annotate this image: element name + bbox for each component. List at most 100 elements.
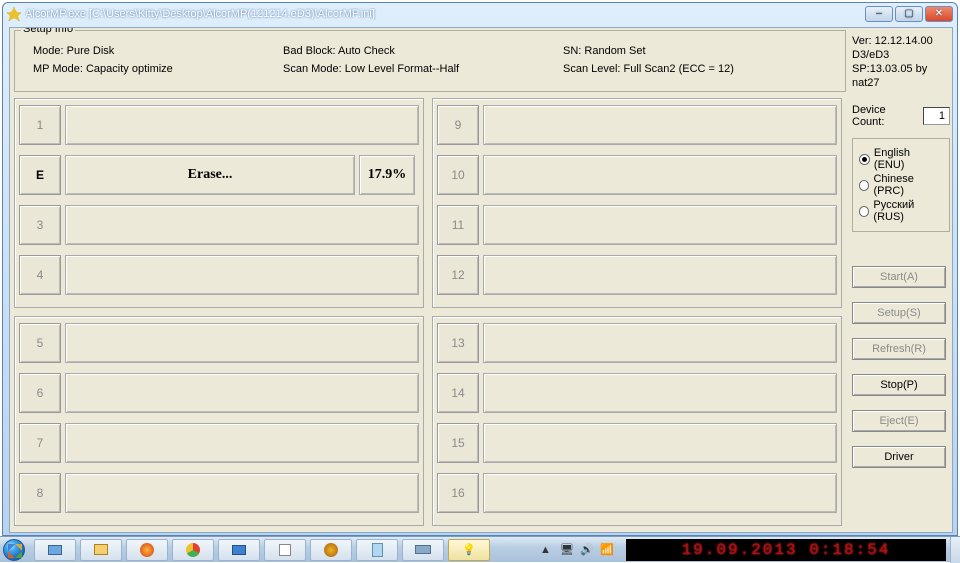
taskbar-chrome[interactable] bbox=[172, 539, 214, 561]
windows-logo-icon bbox=[3, 539, 25, 561]
taskbar-item[interactable] bbox=[356, 539, 398, 561]
slot-status-13 bbox=[483, 323, 837, 363]
app-icon bbox=[7, 7, 21, 21]
slot-6: 6 bbox=[19, 373, 419, 413]
slot-button-1[interactable]: 1 bbox=[19, 105, 61, 145]
slot-button-4[interactable]: 4 bbox=[19, 255, 61, 295]
slot-button-9[interactable]: 9 bbox=[437, 105, 479, 145]
slot-status-16 bbox=[483, 473, 837, 513]
stop-button[interactable]: Stop(P) bbox=[852, 374, 946, 396]
slot-status-12 bbox=[483, 255, 837, 295]
version-block: Ver: 12.12.14.00 D3/eD3 SP:13.03.05 by n… bbox=[852, 34, 950, 90]
taskbar-alcormp[interactable]: 💡 bbox=[448, 539, 490, 561]
driver-button[interactable]: Driver bbox=[852, 446, 946, 468]
device-count-row: Device Count: 1 bbox=[852, 104, 950, 128]
slot-button-11[interactable]: 11 bbox=[437, 205, 479, 245]
lang-chinese-label: Chinese (PRC) bbox=[873, 173, 943, 197]
slot-10: 10 bbox=[437, 155, 837, 195]
lang-english-label: English (ENU) bbox=[874, 147, 943, 171]
start-button[interactable]: Start(A) bbox=[852, 266, 946, 288]
radio-icon bbox=[859, 180, 869, 191]
slot-4: 4 bbox=[19, 255, 419, 295]
slot-8: 8 bbox=[19, 473, 419, 513]
slot-button-5[interactable]: 5 bbox=[19, 323, 61, 363]
slot-panel-2: 5 6 7 8 bbox=[14, 316, 424, 526]
device-count-label: Device Count: bbox=[852, 104, 919, 128]
scan-mode-label: Scan Mode: Low Level Format--Half bbox=[283, 63, 563, 75]
slot-15: 15 bbox=[437, 423, 837, 463]
slot-status-7 bbox=[65, 423, 419, 463]
titlebar[interactable]: AlcorMP.exe [C:\Users\Kitty\Desktop\Alco… bbox=[3, 3, 957, 25]
taskbar-explorer[interactable] bbox=[80, 539, 122, 561]
start-button[interactable] bbox=[0, 537, 28, 563]
version-line3: SP:13.03.05 by nat27 bbox=[852, 62, 950, 90]
lang-english[interactable]: English (ENU) bbox=[859, 147, 943, 171]
chrome-icon bbox=[186, 543, 200, 557]
taskbar-item[interactable] bbox=[218, 539, 260, 561]
mp-mode-label: MP Mode: Capacity optimize bbox=[33, 63, 283, 75]
note-icon bbox=[372, 543, 383, 557]
slot-button-7[interactable]: 7 bbox=[19, 423, 61, 463]
slot-2: E Erase... 17.9% bbox=[19, 155, 419, 195]
taskbar-firefox[interactable] bbox=[126, 539, 168, 561]
slot-status-11 bbox=[483, 205, 837, 245]
slot-12: 12 bbox=[437, 255, 837, 295]
taskbar-keyboard[interactable] bbox=[402, 539, 444, 561]
slot-button-8[interactable]: 8 bbox=[19, 473, 61, 513]
minimize-button[interactable]: — bbox=[865, 6, 893, 22]
taskbar: 💡 ▲ 🖥 🔊 📶 19.09.2013 0:18:54 bbox=[0, 536, 960, 562]
setup-info-group: Setup Info Mode: Pure Disk Bad Block: Au… bbox=[14, 30, 846, 92]
slot-panel-1: 1 E Erase... 17.9% 3 4 bbox=[14, 98, 424, 308]
slot-button-2[interactable]: E bbox=[19, 155, 61, 195]
taskbar-item[interactable] bbox=[34, 539, 76, 561]
slot-button-15[interactable]: 15 bbox=[437, 423, 479, 463]
slot-1: 1 bbox=[19, 105, 419, 145]
tray-volume-icon[interactable]: 🔊 bbox=[580, 543, 594, 557]
slot-status-3 bbox=[65, 205, 419, 245]
lang-russian-label: Русский (RUS) bbox=[873, 199, 943, 223]
slot-button-13[interactable]: 13 bbox=[437, 323, 479, 363]
slot-7: 7 bbox=[19, 423, 419, 463]
firefox-icon bbox=[140, 543, 154, 557]
slot-5: 5 bbox=[19, 323, 419, 363]
setup-button[interactable]: Setup(S) bbox=[852, 302, 946, 324]
setup-info-legend: Setup Info bbox=[21, 27, 75, 35]
window-title: AlcorMP.exe [C:\Users\Kitty\Desktop\Alco… bbox=[25, 8, 865, 20]
slot-button-10[interactable]: 10 bbox=[437, 155, 479, 195]
refresh-button[interactable]: Refresh(R) bbox=[852, 338, 946, 360]
slot-button-14[interactable]: 14 bbox=[437, 373, 479, 413]
taskbar-item[interactable] bbox=[310, 539, 352, 561]
client-area: Setup Info Mode: Pure Disk Bad Block: Au… bbox=[9, 27, 953, 533]
tray-network-icon[interactable]: 📶 bbox=[600, 543, 614, 557]
bulb-icon: 💡 bbox=[461, 542, 477, 558]
slot-button-6[interactable]: 6 bbox=[19, 373, 61, 413]
taskbar-pinned: 💡 bbox=[34, 539, 490, 561]
app-icon bbox=[48, 545, 62, 555]
slot-button-3[interactable]: 3 bbox=[19, 205, 61, 245]
slots-area: 1 E Erase... 17.9% 3 4 bbox=[14, 98, 846, 532]
slot-status-2: Erase... bbox=[65, 155, 355, 195]
folder-icon bbox=[94, 544, 108, 555]
maximize-button[interactable]: ▢ bbox=[895, 6, 923, 22]
lang-chinese[interactable]: Chinese (PRC) bbox=[859, 173, 943, 197]
keyboard-icon bbox=[415, 545, 431, 554]
slot-button-12[interactable]: 12 bbox=[437, 255, 479, 295]
tray-device-icon[interactable]: 🖥 bbox=[560, 543, 574, 557]
slot-status-5 bbox=[65, 323, 419, 363]
device-count-value[interactable]: 1 bbox=[923, 107, 950, 125]
radio-icon bbox=[859, 154, 870, 165]
tray-up-icon[interactable]: ▲ bbox=[540, 543, 554, 557]
lang-russian[interactable]: Русский (RUS) bbox=[859, 199, 943, 223]
show-desktop-button[interactable] bbox=[950, 537, 960, 563]
taskbar-clock[interactable]: 19.09.2013 0:18:54 bbox=[626, 539, 946, 561]
bad-block-label: Bad Block: Auto Check bbox=[283, 45, 563, 57]
taskbar-item[interactable] bbox=[264, 539, 306, 561]
window-icon bbox=[279, 544, 291, 556]
sn-label: SN: Random Set bbox=[563, 45, 823, 57]
eject-button[interactable]: Eject(E) bbox=[852, 410, 946, 432]
version-line1: Ver: 12.12.14.00 bbox=[852, 34, 950, 48]
slot-11: 11 bbox=[437, 205, 837, 245]
slot-button-16[interactable]: 16 bbox=[437, 473, 479, 513]
slot-status-1 bbox=[65, 105, 419, 145]
close-button[interactable]: ✕ bbox=[925, 6, 953, 22]
